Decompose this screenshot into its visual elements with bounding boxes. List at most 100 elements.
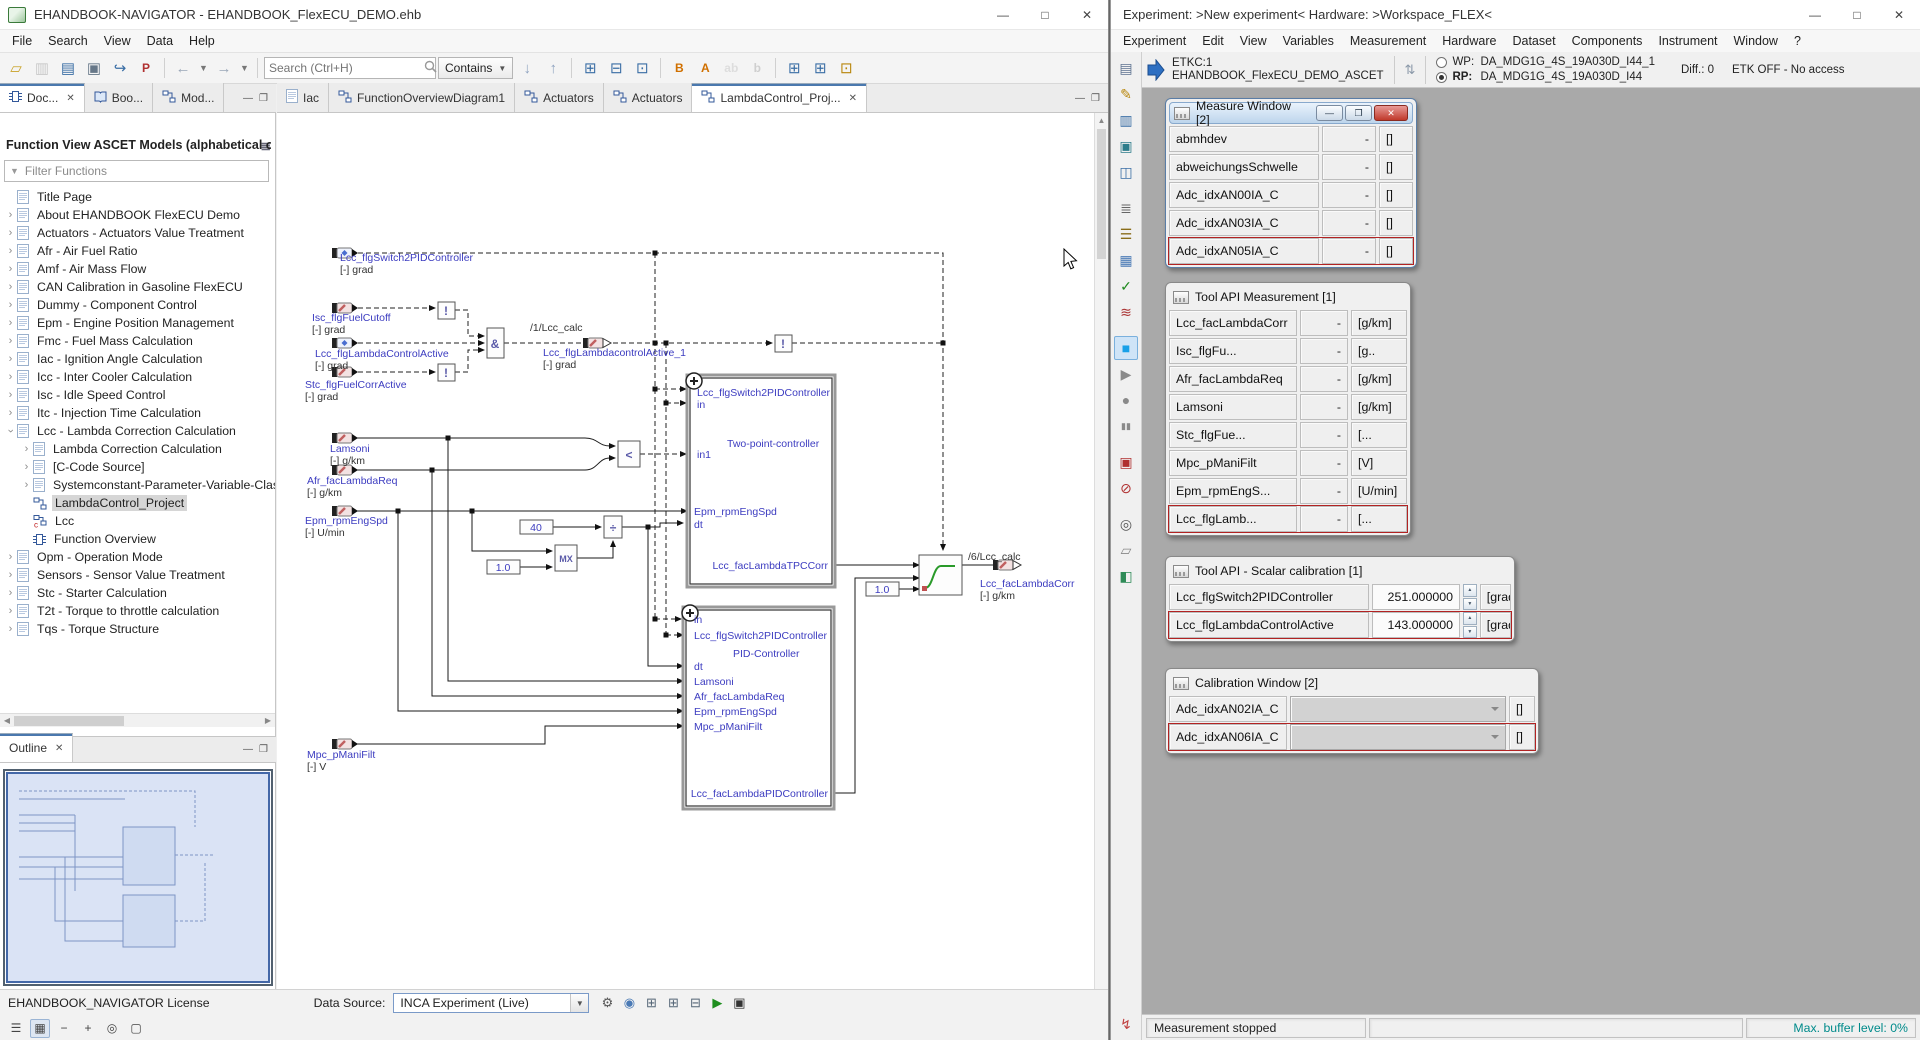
tree-item-amf-air-mass-flow[interactable]: ›Amf - Air Mass Flow	[0, 260, 275, 278]
model-up-icon[interactable]: ⊟	[604, 56, 628, 80]
panel-tab-doc-[interactable]: Doc...✕	[0, 83, 85, 112]
start-measure-icon[interactable]: ▶	[1114, 362, 1138, 386]
zoom-out-icon[interactable]: −	[54, 1019, 74, 1038]
check-icon[interactable]: ✓	[1114, 274, 1138, 298]
pause-icon[interactable]: ▮▮	[1114, 414, 1138, 438]
panel-tab-mod-[interactable]: Mod...	[153, 83, 224, 112]
window-icon[interactable]: ▱	[1114, 538, 1138, 562]
tree-hscrollbar[interactable]: ◀ ▶	[0, 713, 275, 727]
minimize-pane-icon[interactable]: —	[243, 93, 253, 104]
chevron-icon[interactable]: ›	[4, 389, 17, 401]
panel-close-button[interactable]: ✕	[1374, 105, 1408, 121]
find-a-icon[interactable]: A	[693, 56, 717, 80]
menu-components[interactable]: Components	[1564, 31, 1651, 51]
print-icon[interactable]: ▣	[82, 56, 106, 80]
minimize-button[interactable]: —	[1794, 0, 1836, 30]
tree-item-epm-engine-position-management[interactable]: ›Epm - Engine Position Management	[0, 314, 275, 332]
tree-item-actuators-actuators-value-treatment[interactable]: ›Actuators - Actuators Value Treatment	[0, 224, 275, 242]
tree-item-title-page[interactable]: Title Page	[0, 188, 275, 206]
tree-item-isc-idle-speed-control[interactable]: ›Isc - Idle Speed Control	[0, 386, 275, 404]
export-icon[interactable]: ↪	[108, 56, 132, 80]
calibration-row-adc-idxan06ia-c[interactable]: Adc_idxAN06IA_C[]	[1169, 724, 1535, 750]
panel-tab-boo-[interactable]: Boo...	[85, 83, 153, 112]
menu-file[interactable]: File	[4, 31, 40, 51]
filter-functions-input[interactable]: ▼ Filter Functions	[4, 160, 269, 182]
close-button[interactable]: ✕	[1066, 0, 1108, 30]
contains-select[interactable]: Contains▼	[438, 57, 513, 79]
close-icon[interactable]: ✕	[55, 743, 63, 754]
stop-icon[interactable]: ▣	[729, 993, 749, 1013]
parameter-dropdown[interactable]	[1290, 696, 1506, 722]
editor-tab-lambdacontrol-proj-[interactable]: LambdaControl_Proj...✕	[692, 83, 866, 112]
menu-dataset[interactable]: Dataset	[1504, 31, 1563, 51]
scroll-up-icon[interactable]: ▲	[1095, 113, 1108, 127]
chevron-icon[interactable]: ›	[4, 407, 17, 419]
chevron-icon[interactable]: ›	[4, 353, 17, 365]
measure-list-icon[interactable]: ☰	[1114, 222, 1138, 246]
chevron-icon[interactable]: ›	[4, 227, 17, 239]
tree-item-about-ehandbook-flexecu-demo[interactable]: ›About EHANDBOOK FlexECU Demo	[0, 206, 275, 224]
editor-tab-actuators[interactable]: Actuators	[515, 83, 604, 112]
tree-item-icc-inter-cooler-calculation[interactable]: ›Icc - Inter Cooler Calculation	[0, 368, 275, 386]
chevron-icon[interactable]: ›	[20, 443, 33, 455]
calibration-row-lcc-flglambdacontrolactive[interactable]: Lcc_flgLambdaControlActive143.000000▲▼[g…	[1169, 612, 1511, 638]
input-port-icon[interactable]	[332, 433, 358, 443]
calibration-row-lcc-flgswitch2pidcontroller[interactable]: Lcc_flgSwitch2PIDController251.000000▲▼[…	[1169, 584, 1511, 610]
save-icon[interactable]: ▥	[1114, 108, 1138, 132]
chevron-icon[interactable]: ›	[4, 371, 17, 383]
switch-block[interactable]	[919, 555, 962, 595]
measure-window-titlebar[interactable]: Measure Window [2] — ❐ ✕	[1169, 102, 1413, 124]
export-diagram-icon[interactable]: ⊞	[641, 993, 661, 1013]
measure-row-lcc-flglamb-[interactable]: Lcc_flgLamb...-[...	[1169, 506, 1407, 532]
book-icon[interactable]: ▤	[56, 56, 80, 80]
chevron-icon[interactable]: ›	[20, 461, 33, 473]
scroll-right-icon[interactable]: ▶	[261, 714, 275, 727]
tool-api-measurement-titlebar[interactable]: Tool API Measurement [1]	[1169, 286, 1407, 308]
chevron-icon[interactable]: ›	[4, 551, 17, 563]
tree-item-lcc-lambda-correction-calculation[interactable]: ›Lcc - Lambda Correction Calculation	[0, 422, 275, 440]
maximize-pane-icon[interactable]: ❐	[1091, 93, 1100, 104]
chevron-icon[interactable]: ›	[4, 623, 17, 635]
visibility-icon[interactable]: ◉	[619, 993, 639, 1013]
hardware-icon[interactable]: ↯	[1114, 1012, 1138, 1036]
chevron-icon[interactable]: ›	[4, 335, 17, 347]
tree-item-lambdacontrol-project[interactable]: LambdaControl_Project	[0, 494, 275, 512]
tree-item-iac-ignition-angle-calculation[interactable]: ›Iac - Ignition Angle Calculation	[0, 350, 275, 368]
open-icon[interactable]: ▱	[4, 56, 28, 80]
tree-item-systemconstant-parameter-variable-clas[interactable]: ›Systemconstant-Parameter-Variable-Clas	[0, 476, 275, 494]
diagram3-icon[interactable]: ⊡	[834, 56, 858, 80]
diagram1-icon[interactable]: ⊞	[782, 56, 806, 80]
menu-window[interactable]: Window	[1726, 31, 1786, 51]
tree-item-afr-air-fuel-ratio[interactable]: ›Afr - Air Fuel Ratio	[0, 242, 275, 260]
maximize-button[interactable]: □	[1836, 0, 1878, 30]
measure-row-adc-idxan00ia-c[interactable]: Adc_idxAN00IA_C-[]	[1169, 182, 1413, 208]
tree-item-sensors-sensor-value-treatment[interactable]: ›Sensors - Sensor Value Treatment	[0, 566, 275, 584]
spinner-up-icon[interactable]: ▲	[1463, 584, 1477, 597]
menu-help[interactable]: Help	[181, 31, 223, 51]
close-icon[interactable]: ✕	[849, 93, 857, 104]
record-icon[interactable]: ●	[1114, 388, 1138, 412]
tree-item-lcc[interactable]: cLcc	[0, 512, 275, 530]
snapshot-icon[interactable]: ⊞	[663, 993, 683, 1013]
scroll-left-icon[interactable]: ◀	[0, 714, 14, 727]
list-view-icon[interactable]: ☰	[6, 1019, 26, 1038]
menu-experiment[interactable]: Experiment	[1115, 31, 1194, 51]
zoom-icon[interactable]: ◎	[1114, 512, 1138, 536]
canvas-vscrollbar[interactable]: ▲	[1094, 113, 1108, 989]
minimize-pane-icon[interactable]: —	[1075, 93, 1085, 104]
forward-icon[interactable]: →	[212, 56, 236, 80]
chevron-icon[interactable]: ›	[4, 263, 17, 275]
minimize-button[interactable]: —	[982, 0, 1024, 30]
measure-row-adc-idxan03ia-c[interactable]: Adc_idxAN03IA_C-[]	[1169, 210, 1413, 236]
menu-measurement[interactable]: Measurement	[1342, 31, 1434, 51]
spinner-down-icon[interactable]: ▼	[1463, 598, 1477, 611]
tree-item-itc-injection-time-calculation[interactable]: ›Itc - Injection Time Calculation	[0, 404, 275, 422]
find-b-icon[interactable]: B	[667, 56, 691, 80]
measure-window-panel[interactable]: Measure Window [2] — ❐ ✕ abmhdev-[]abwei…	[1165, 98, 1417, 268]
menu-variables[interactable]: Variables	[1275, 31, 1342, 51]
input-port-icon[interactable]	[332, 739, 358, 749]
value-spinner[interactable]: ▲▼	[1463, 612, 1477, 638]
tree-item--c-code-source-[interactable]: ›[C-Code Source]	[0, 458, 275, 476]
minimize-pane-icon[interactable]: —	[243, 744, 253, 755]
chevron-icon[interactable]: ›	[4, 209, 17, 221]
